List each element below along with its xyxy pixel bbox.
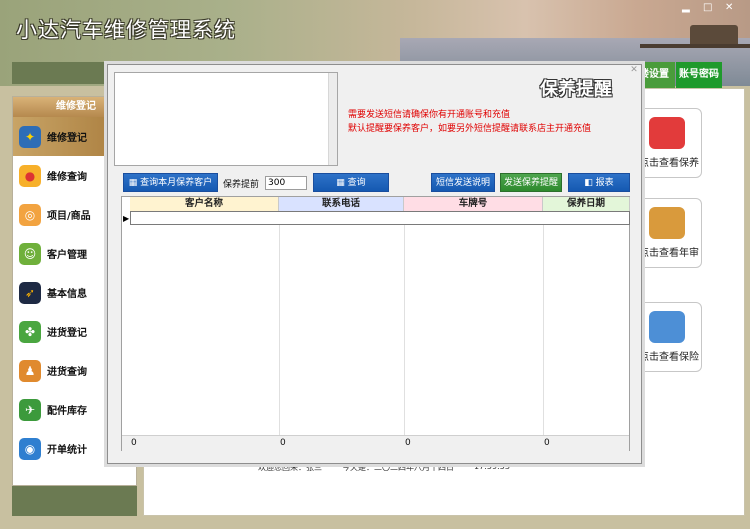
sidebar-item-label: 开单统计 [47, 445, 87, 456]
memo-scrollbar[interactable] [328, 73, 337, 165]
sidebar-item-label: 客户管理 [47, 250, 87, 261]
card-label: 点击查看年审 [639, 248, 699, 259]
bird-icon: ● [19, 164, 41, 187]
report-icon: ◧ [584, 178, 596, 188]
sidebar-item-label: 维修登记 [47, 133, 87, 144]
column-header-phone[interactable]: 联系电话 [279, 197, 404, 211]
maximize-icon[interactable]: □ [703, 2, 712, 13]
footer-count: 0 [280, 438, 286, 448]
customer-grid[interactable]: 客户名称 联系电话 车牌号 保养日期 ▶ 0 0 0 0 [121, 196, 630, 451]
sms-help-button[interactable]: 短信发送说明 [431, 173, 495, 192]
query-month-button[interactable]: ▦ 查询本月保养客户 [123, 173, 218, 192]
column-header-date[interactable]: 保养日期 [543, 197, 630, 211]
sidebar-item-label: 维修查询 [47, 172, 87, 183]
send-reminder-button[interactable]: 发送保养提醒 [500, 173, 562, 192]
query-label: 查询 [347, 178, 366, 188]
grid-icon: ▦ [128, 178, 141, 188]
rocket-icon: ➶ [19, 281, 41, 304]
grid-footer: 0 0 0 0 [122, 435, 629, 451]
sidebar-footer [12, 486, 137, 516]
close-icon[interactable]: ✕ [725, 2, 733, 13]
account-password-button[interactable]: 账号密码 [676, 62, 722, 88]
chart-icon [649, 311, 685, 343]
app-title: 小达汽车维修管理系统 [16, 18, 236, 42]
plane-icon: ✈ [19, 398, 41, 421]
query-button[interactable]: ▦ 查询 [313, 173, 389, 192]
dialog-title: 保养提醒 [540, 79, 612, 100]
days-label: 保养提前 [223, 180, 260, 190]
query-month-label: 查询本月保养客户 [140, 178, 213, 188]
footer-count: 0 [544, 438, 550, 448]
message-textarea[interactable] [114, 72, 338, 166]
clipboard-icon [649, 117, 685, 149]
sidebar-item-label: 进货查询 [47, 367, 87, 378]
sidebar-item-label: 项目/商品 [47, 211, 91, 222]
report-button[interactable]: ◧ 报表 [568, 173, 630, 192]
column-header-plate[interactable]: 车牌号 [404, 197, 543, 211]
reminder-note: 默认提醒要保养客户，如要另外短信提醒请联系店主开通充值 [348, 124, 592, 134]
wrench-icon: ✦ [19, 125, 41, 148]
row-indicator-icon: ▶ [123, 214, 130, 223]
report-label: 报表 [595, 178, 614, 188]
column-divider [404, 211, 405, 435]
footer-count: 0 [405, 438, 411, 448]
column-header-customer[interactable]: 客户名称 [130, 197, 279, 211]
footer-count: 0 [131, 438, 137, 448]
column-divider [279, 211, 280, 435]
maintenance-reminder-dialog: ✕ 保养提醒 需要发送短信请确保你有开通账号和充值 默认提醒要保养客户，如要另外… [107, 64, 642, 464]
sidebar-item-label: 基本信息 [47, 289, 87, 300]
sidebar-item-label: 配件库存 [47, 406, 87, 417]
table-row[interactable] [130, 211, 630, 225]
clover-icon: ✤ [19, 320, 41, 343]
dialog-close-icon[interactable]: ✕ [626, 65, 642, 75]
header-pier-deck [640, 44, 750, 48]
sidebar-item-label: 进货登记 [47, 328, 87, 339]
card-label: 点击查看保养 [639, 158, 699, 169]
card-label: 点击查看保险 [639, 352, 699, 363]
people-icon: ☺ [19, 242, 41, 265]
minimize-icon[interactable]: ▂ [682, 2, 690, 13]
column-divider [543, 211, 544, 435]
sms-note: 需要发送短信请确保你有开通账号和充值 [348, 110, 511, 120]
box-icon [649, 207, 685, 239]
grid-icon: ▦ [336, 178, 348, 188]
days-input[interactable]: 300 [265, 176, 307, 190]
users-icon: ♟ [19, 359, 41, 382]
toolbar-strip [12, 62, 108, 84]
ring-icon: ◎ [19, 203, 41, 226]
globe-icon: ◉ [19, 437, 41, 460]
